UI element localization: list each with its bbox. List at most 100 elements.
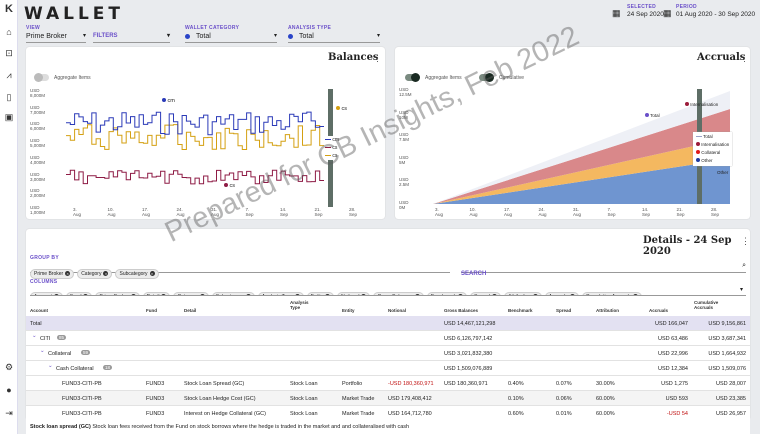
category-select[interactable]: Total ▾ (185, 31, 277, 43)
col-header-account[interactable]: Account (30, 308, 48, 313)
search-icon[interactable]: ⌕ (742, 262, 746, 270)
column-chip[interactable]: Prime Broker× (95, 292, 140, 295)
scan-icon[interactable]: ⊡ (4, 48, 14, 58)
column-chip[interactable]: Analysis Type× (257, 292, 304, 295)
group-chip[interactable]: Prime Broker × (30, 269, 75, 279)
group-by-label: GROUP BY (30, 255, 59, 261)
cm-series-line[interactable] (66, 111, 324, 136)
close-icon[interactable]: × (458, 294, 464, 295)
logout-icon[interactable]: ⇥ (4, 408, 14, 418)
close-icon[interactable]: × (633, 294, 639, 295)
selected-label: SELECTED (627, 4, 657, 10)
table-row[interactable]: ⌄ CITI 85 USD 6,126,797,142 USD 63,486 USD 3,… (26, 331, 750, 346)
close-icon[interactable]: × (54, 294, 60, 295)
close-icon[interactable]: × (569, 294, 575, 295)
legend-item[interactable]: Internalisation (696, 141, 729, 149)
cell-gross: USD 1,509,076,889 (444, 366, 493, 372)
col-header-fund[interactable]: Fund (146, 308, 157, 313)
group-chip[interactable]: Category × (77, 269, 113, 279)
close-icon: × (65, 271, 71, 276)
col-header-benchmark[interactable]: Benchmark (508, 308, 533, 313)
user-icon[interactable]: ● (4, 385, 14, 395)
column-chip[interactable]: Accruals× (544, 292, 579, 295)
column-chips[interactable]: Account×Fund×Prime Broker×Detail×Categor… (30, 285, 746, 296)
legend-item[interactable]: Total (696, 133, 729, 141)
logo-icon[interactable]: K (4, 4, 14, 15)
col-header-cumulative[interactable]: Cumulative Accruals (694, 300, 730, 310)
group-chip[interactable]: Subcategory × (115, 269, 159, 279)
col-header-attribution[interactable]: Attribution (596, 308, 619, 313)
calendar-icon[interactable]: ▦ (663, 8, 672, 19)
filters-select[interactable]: FILTERS ▾ (93, 31, 170, 43)
search-input[interactable]: SEARCH ⌕ (461, 262, 746, 277)
cell-attribution: 30.00% (596, 381, 615, 387)
period-range[interactable]: 01 Aug 2020 - 30 Sep 2020 (676, 11, 755, 18)
cell-analysis: Stock Loan (290, 381, 318, 387)
column-chip[interactable]: Fund× (66, 292, 93, 295)
selected-date[interactable]: 24 Sep 2020 (627, 11, 664, 18)
settings-icon[interactable]: ⚙ (4, 362, 14, 372)
search-label: SEARCH (461, 271, 487, 277)
cell-benchmark: 0.60% (508, 411, 524, 417)
col-header-accruals[interactable]: Accruals (649, 308, 668, 313)
legend-item[interactable]: Collateral (696, 149, 729, 157)
more-icon[interactable]: ⋮ (741, 236, 750, 247)
close-icon[interactable]: × (130, 294, 136, 295)
column-chip[interactable]: Benchmark× (426, 292, 468, 295)
count-badge: 18 (103, 365, 113, 370)
table-row[interactable]: FUND3-CITI-PB FUND3 Stock Loan Spread (GC)… (26, 376, 750, 391)
cell-cum: USD 3,687,341 (708, 336, 746, 342)
chevron-down-icon[interactable]: ⌄ (48, 363, 53, 369)
column-chip[interactable]: Category× (173, 292, 209, 295)
column-chip[interactable]: Attribution× (504, 292, 542, 295)
chevron-down-icon[interactable]: ▾ (740, 286, 743, 293)
cell-accruals: USD 63,486 (658, 336, 688, 342)
close-icon[interactable]: × (414, 294, 420, 295)
calendar-icon[interactable]: ▦ (612, 8, 621, 19)
table-row[interactable]: FUND3-CITI-PB FUND3 Stock Loan Hedge Cost … (26, 391, 750, 406)
close-icon[interactable]: × (199, 294, 205, 295)
close-icon[interactable]: × (492, 294, 498, 295)
cell-benchmark: 0.10% (508, 396, 524, 402)
cell-spread: 0.01% (556, 411, 572, 417)
wallet-icon[interactable]: ▣ (4, 112, 14, 122)
table-row[interactable]: ⌄ Cash Collateral 18 USD 1,509,076,889 USD 1… (26, 361, 750, 376)
column-chip[interactable]: Spread× (470, 292, 502, 295)
table-row[interactable]: ⌄ Collateral 59 USD 3,021,832,380 USD 22,996… (26, 346, 750, 361)
column-chip[interactable]: Notional× (337, 292, 371, 295)
analysis-select[interactable]: Total ▾ (288, 31, 380, 43)
close-icon[interactable]: × (83, 294, 89, 295)
col-header-gross[interactable]: Gross Balances (444, 308, 478, 313)
home-icon[interactable]: ⌂ (4, 27, 14, 37)
col-header-analysis[interactable]: Analysis Type (290, 300, 316, 310)
col-header-entity[interactable]: Entity (342, 308, 355, 313)
legend-item[interactable]: Other (696, 157, 729, 165)
chevron-down-icon[interactable]: ⌄ (32, 333, 37, 339)
cell-spread: 0.07% (556, 381, 572, 387)
column-chip[interactable]: Detail× (142, 292, 171, 295)
col-header-notional[interactable]: Notional (388, 308, 406, 313)
close-icon[interactable]: × (161, 294, 167, 295)
close-icon[interactable]: × (325, 294, 331, 295)
close-icon[interactable]: × (245, 294, 251, 295)
close-icon[interactable]: × (294, 294, 300, 295)
column-chip[interactable]: Account× (30, 292, 64, 295)
cell-account: FUND3-CITI-PB (62, 411, 102, 417)
chart-icon[interactable]: ⩘ (4, 70, 14, 80)
table-row[interactable]: FUND3-CITI-PB FUND3 Interest on Hedge Coll… (26, 406, 750, 421)
column-chip[interactable]: Entity× (306, 292, 335, 295)
close-icon[interactable]: × (361, 294, 367, 295)
cell-account: FUND3-CITI-PB (62, 381, 102, 387)
column-chip[interactable]: Cumulative Accruals× (581, 292, 643, 295)
book-icon[interactable]: ▯ (4, 92, 14, 102)
column-chip[interactable]: Gross Balances× (373, 292, 424, 295)
column-chip[interactable]: Subcategory× (211, 292, 255, 295)
view-select[interactable]: Prime Broker ▾ (26, 31, 86, 43)
chevron-down-icon[interactable]: ⌄ (40, 348, 45, 354)
col-header-detail[interactable]: Detail (184, 308, 196, 313)
table-row[interactable]: Total USD 14,467,121,298 USD 166,047 USD 9,… (26, 316, 750, 331)
other-label: Other (717, 170, 729, 175)
col-header-spread[interactable]: Spread (556, 308, 571, 313)
group-by-chips[interactable]: Prime Broker × Category × Subcategory × (30, 262, 450, 279)
close-icon[interactable]: × (532, 294, 538, 295)
